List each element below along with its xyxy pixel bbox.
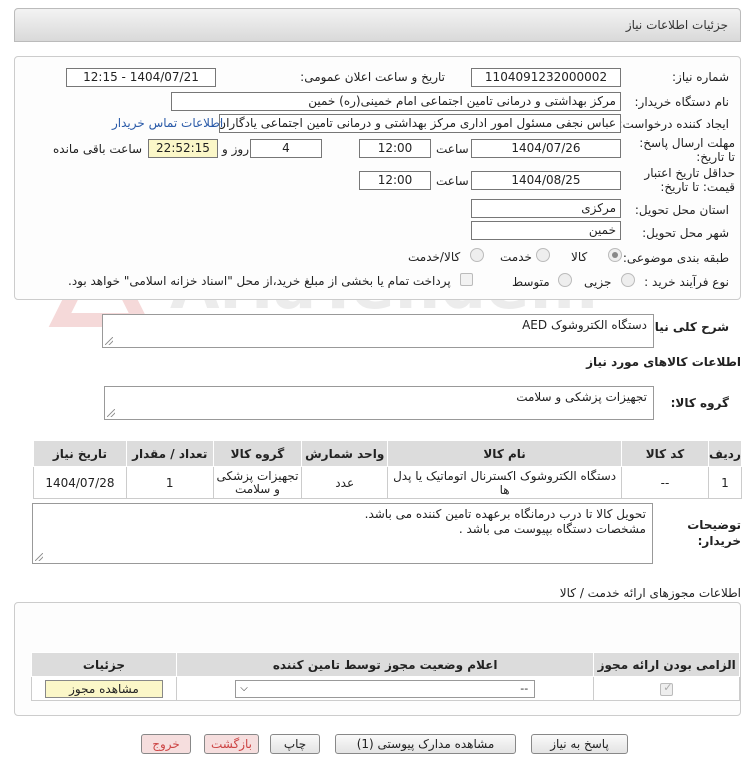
view-permit-button[interactable]: مشاهده مجوز: [44, 679, 163, 698]
cell-date: 1404/07/28: [33, 466, 127, 499]
validity-time-field: 12:00: [359, 171, 431, 190]
goods-table-header: ردیف کد کالا نام کالا واحد شمارش گروه کا…: [33, 440, 743, 467]
cell-qty: 1: [125, 466, 214, 499]
category-radio-service[interactable]: [536, 248, 550, 262]
cell-name: دستگاه الکتروشوک اکسترنال اتوماتیک یا پد…: [387, 466, 623, 499]
col-qty: تعداد / مقدار: [125, 440, 214, 467]
cell-permit-details: مشاهده مجوز: [31, 676, 177, 701]
permit-status-select[interactable]: -- ⌵: [235, 679, 536, 698]
permit-status-value: --: [520, 681, 529, 695]
summary-text: دستگاه الکتروشوک AED: [522, 318, 647, 332]
category-radio-both[interactable]: [470, 248, 484, 262]
province-label: استان محل تحویل:: [634, 203, 729, 217]
category-label: طبقه بندی موضوعی:: [622, 251, 729, 265]
category-radio-goods[interactable]: [608, 248, 622, 262]
process-option-minor: جزیی: [584, 275, 612, 289]
city-label: شهر محل تحویل:: [642, 226, 729, 240]
col-group: گروه کالا: [212, 440, 303, 467]
validity-time-label: ساعت: [436, 174, 469, 188]
goods-group-textarea[interactable]: تجهیزات پزشکی و سلامت: [104, 386, 654, 420]
cell-permit-status: -- ⌵: [175, 676, 595, 701]
table-row: ✓ -- ⌵ مشاهده مجوز: [31, 676, 740, 701]
deadline-label: مهلت ارسال پاسخ: تا تاریخ:: [639, 136, 735, 164]
deadline-date-field: 1404/07/26: [471, 139, 621, 158]
goods-table: ردیف کد کالا نام کالا واحد شمارش گروه کا…: [33, 440, 743, 499]
reply-button[interactable]: پاسخ به نیاز: [531, 734, 628, 754]
col-unit: واحد شمارش: [301, 440, 389, 467]
category-option-both: کالا/خدمت: [408, 250, 461, 264]
buyer-notes-line-2: مشخصات دستگاه بپیوست می باشد .: [458, 522, 646, 536]
creator-field: عباس نجفی مسئول امور اداری مرکز بهداشتی …: [219, 114, 621, 133]
category-option-service: خدمت: [500, 250, 532, 264]
col-code: کد کالا: [621, 440, 709, 467]
print-button[interactable]: چاپ: [270, 734, 320, 754]
resize-grip-icon[interactable]: [35, 553, 43, 561]
process-radio-minor[interactable]: [621, 273, 635, 287]
deadline-time-field: 12:00: [359, 139, 431, 158]
buyer-notes-label: توضیحات خریدار:: [687, 518, 741, 548]
page-header: جزئیات اطلاعات نیاز: [14, 8, 741, 42]
announce-date-label: تاریخ و ساعت اعلان عمومی:: [300, 70, 445, 84]
buyer-notes-textarea[interactable]: تحویل کالا تا درب درمانگاه برعهده تامین …: [32, 503, 653, 564]
buyer-contact-link[interactable]: اطلاعات تماس خریدار: [112, 116, 223, 130]
summary-label: شرح کلی نیاز:: [643, 320, 729, 334]
cell-group: تجهیزات پزشکی و سلامت: [212, 466, 303, 499]
process-label: نوع فرآیند خرید :: [644, 275, 729, 289]
need-number-label: شماره نیاز:: [672, 70, 729, 84]
resize-grip-icon[interactable]: [107, 409, 115, 417]
col-permit-required: الزامی بودن ارائه مجوز: [593, 652, 740, 677]
creator-label: ایجاد کننده درخواست:: [618, 117, 729, 131]
city-field: خمین: [471, 221, 621, 240]
process-radio-medium[interactable]: [558, 273, 572, 287]
cell-permit-required: ✓: [593, 676, 740, 701]
need-number-field: 1104091232000002: [471, 68, 621, 87]
time-remaining-label: ساعت باقی مانده: [53, 142, 143, 156]
announce-date-field: 1404/07/21 - 12:15: [66, 68, 216, 87]
permits-table-header: الزامی بودن ارائه مجوز اعلام وضعیت مجوز …: [31, 652, 740, 677]
chevron-down-icon: ⌵: [240, 682, 248, 694]
cell-code: --: [621, 466, 709, 499]
treasury-checkbox[interactable]: [460, 273, 473, 286]
category-option-goods: کالا: [571, 250, 588, 264]
check-icon: ✓: [663, 680, 673, 694]
col-permit-status: اعلام وضعیت مجوز توسط تامین کننده: [175, 652, 595, 677]
permits-table: الزامی بودن ارائه مجوز اعلام وضعیت مجوز …: [31, 652, 740, 701]
view-attachments-button[interactable]: مشاهده مدارک پیوستی (1): [335, 734, 516, 754]
validity-label: حداقل تاریخ اعتبار قیمت: تا تاریخ:: [644, 166, 735, 194]
resize-grip-icon[interactable]: [105, 337, 113, 345]
validity-date-field: 1404/08/25: [471, 171, 621, 190]
col-permit-details: جزئیات: [31, 652, 177, 677]
buyer-notes-line-1: تحویل کالا تا درب درمانگاه برعهده تامین …: [364, 507, 646, 521]
table-row[interactable]: 1 -- دستگاه الکتروشوک اکسترنال اتوماتیک …: [33, 466, 743, 499]
goods-info-title: اطلاعات کالاهای مورد نیاز: [586, 355, 741, 369]
time-remaining-field: 22:52:15: [148, 139, 218, 158]
back-button[interactable]: بازگشت: [204, 734, 259, 754]
cell-unit: عدد: [301, 466, 389, 499]
days-remaining-field: 4: [250, 139, 322, 158]
buyer-label: نام دستگاه خریدار:: [634, 95, 730, 109]
page-title: جزئیات اطلاعات نیاز: [625, 18, 728, 32]
buyer-field: مرکز بهداشتی و درمانی تامین اجتماعی امام…: [171, 92, 621, 111]
col-date: تاریخ نیاز: [33, 440, 127, 467]
cell-row: 1: [707, 466, 743, 499]
col-row: ردیف: [707, 440, 743, 467]
goods-group-label: گروه کالا:: [670, 396, 729, 410]
process-option-medium: متوسط: [512, 275, 550, 289]
col-name: نام کالا: [387, 440, 623, 467]
permit-required-checkbox: ✓: [660, 680, 674, 696]
exit-button[interactable]: خروج: [141, 734, 191, 754]
days-label: روز و: [222, 142, 249, 156]
province-field: مرکزی: [471, 199, 621, 218]
deadline-time-label: ساعت: [436, 142, 469, 156]
goods-group-text: تجهیزات پزشکی و سلامت: [516, 390, 647, 404]
treasury-note: پرداخت تمام یا بخشی از مبلغ خرید،از محل …: [68, 274, 451, 288]
permits-title: اطلاعات مجوزهای ارائه خدمت / کالا: [559, 586, 741, 600]
summary-textarea[interactable]: دستگاه الکتروشوک AED: [102, 314, 654, 348]
